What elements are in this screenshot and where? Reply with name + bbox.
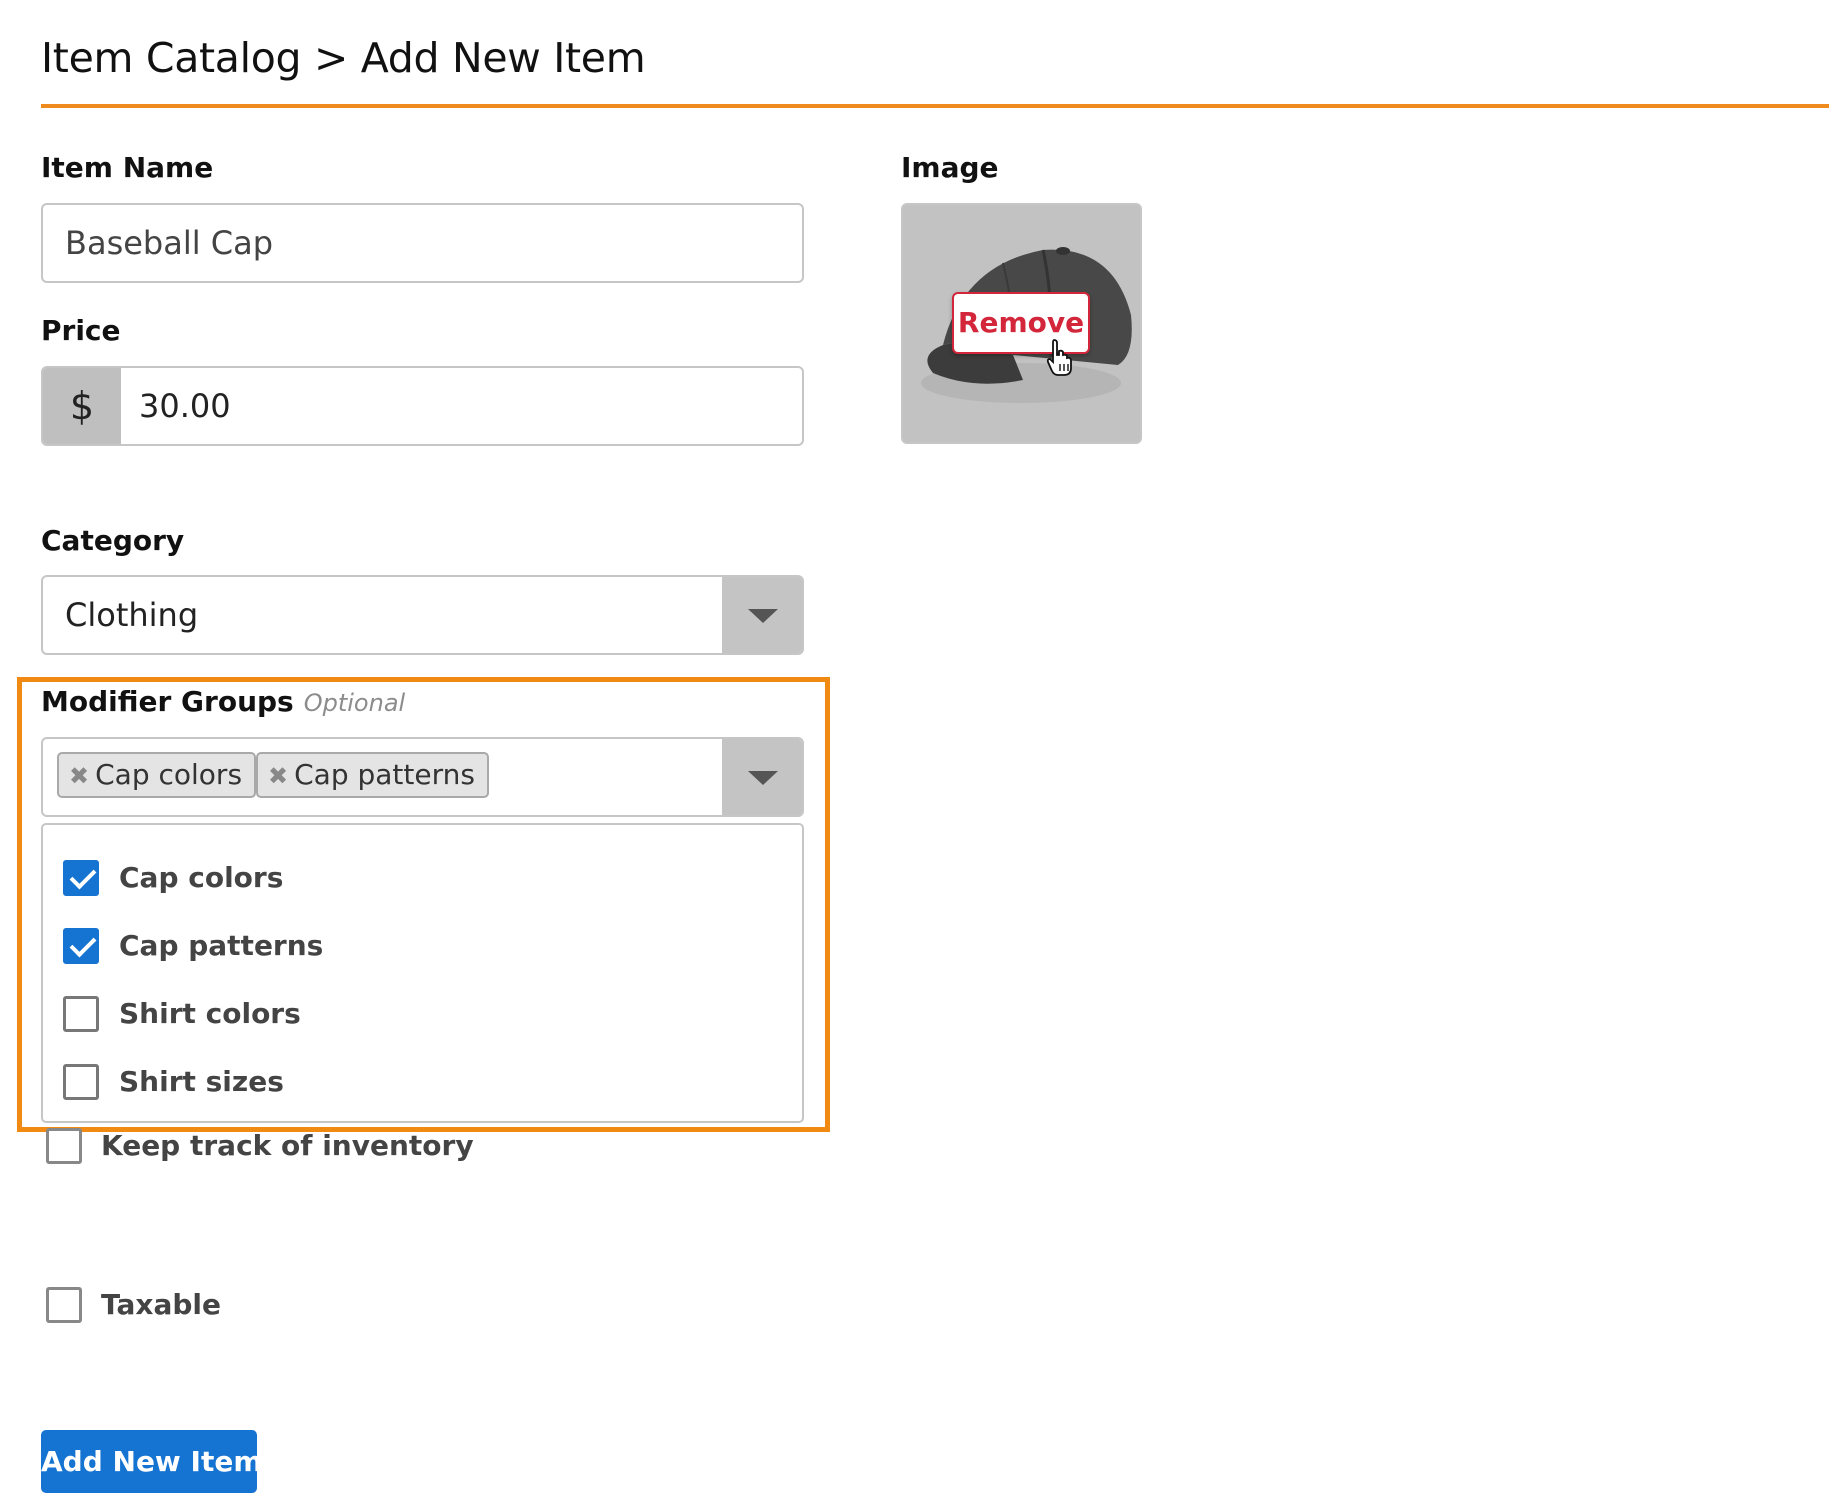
modifier-groups-dropdown-list: Cap colors Cap patterns Shirt colors Shi…	[41, 823, 804, 1123]
checkbox-checked[interactable]	[63, 860, 99, 896]
chevron-down-icon	[748, 771, 778, 785]
option-label: Cap patterns	[119, 929, 324, 962]
option-label: Cap colors	[119, 861, 284, 894]
chip-label: Cap colors	[95, 758, 243, 791]
option-label: Shirt colors	[119, 997, 301, 1030]
category-dropdown-toggle[interactable]	[722, 577, 802, 653]
close-icon[interactable]: ✖	[69, 762, 89, 790]
inventory-checkbox[interactable]	[46, 1128, 82, 1164]
price-label: Price	[41, 314, 121, 347]
item-name-value: Baseball Cap	[65, 224, 274, 262]
modifier-groups-title: Modifier Groups	[41, 685, 294, 718]
chip-cap-patterns: ✖ Cap patterns	[256, 752, 489, 798]
taxable-label: Taxable	[101, 1288, 221, 1321]
page-title: Add New Item	[360, 34, 646, 82]
item-name-label: Item Name	[41, 151, 214, 184]
price-value: 30.00	[139, 387, 231, 425]
price-input[interactable]: $ 30.00	[41, 366, 804, 446]
breadcrumb-separator: >	[313, 34, 349, 82]
modifier-groups-label: Modifier Groups Optional	[41, 684, 405, 721]
chip-cap-colors: ✖ Cap colors	[57, 752, 257, 798]
modifier-groups-dropdown-toggle[interactable]	[722, 739, 802, 815]
item-name-input[interactable]: Baseball Cap	[41, 203, 804, 283]
modifier-groups-multiselect[interactable]: ✖ Cap colors ✖ Cap patterns	[41, 737, 804, 817]
option-label: Shirt sizes	[119, 1065, 284, 1098]
close-icon[interactable]: ✖	[268, 762, 288, 790]
checkbox-unchecked[interactable]	[63, 996, 99, 1032]
category-selected-value: Clothing	[65, 596, 199, 634]
chevron-down-icon	[748, 609, 778, 623]
taxable-checkbox[interactable]	[46, 1287, 82, 1323]
breadcrumb: Item Catalog > Add New Item	[41, 30, 646, 86]
inventory-label: Keep track of inventory	[101, 1129, 474, 1162]
optional-hint: Optional	[303, 689, 406, 717]
chip-label: Cap patterns	[294, 758, 475, 791]
breadcrumb-parent[interactable]: Item Catalog	[41, 34, 302, 82]
header-divider	[41, 104, 1829, 108]
checkbox-unchecked[interactable]	[63, 1064, 99, 1100]
add-new-item-button[interactable]: Add New Item	[41, 1430, 263, 1493]
pointer-hand-icon	[1046, 339, 1072, 376]
image-label: Image	[901, 151, 999, 184]
category-select[interactable]: Clothing	[41, 575, 804, 655]
checkbox-checked[interactable]	[63, 928, 99, 964]
category-label: Category	[41, 524, 185, 557]
currency-prefix: $	[43, 368, 121, 444]
